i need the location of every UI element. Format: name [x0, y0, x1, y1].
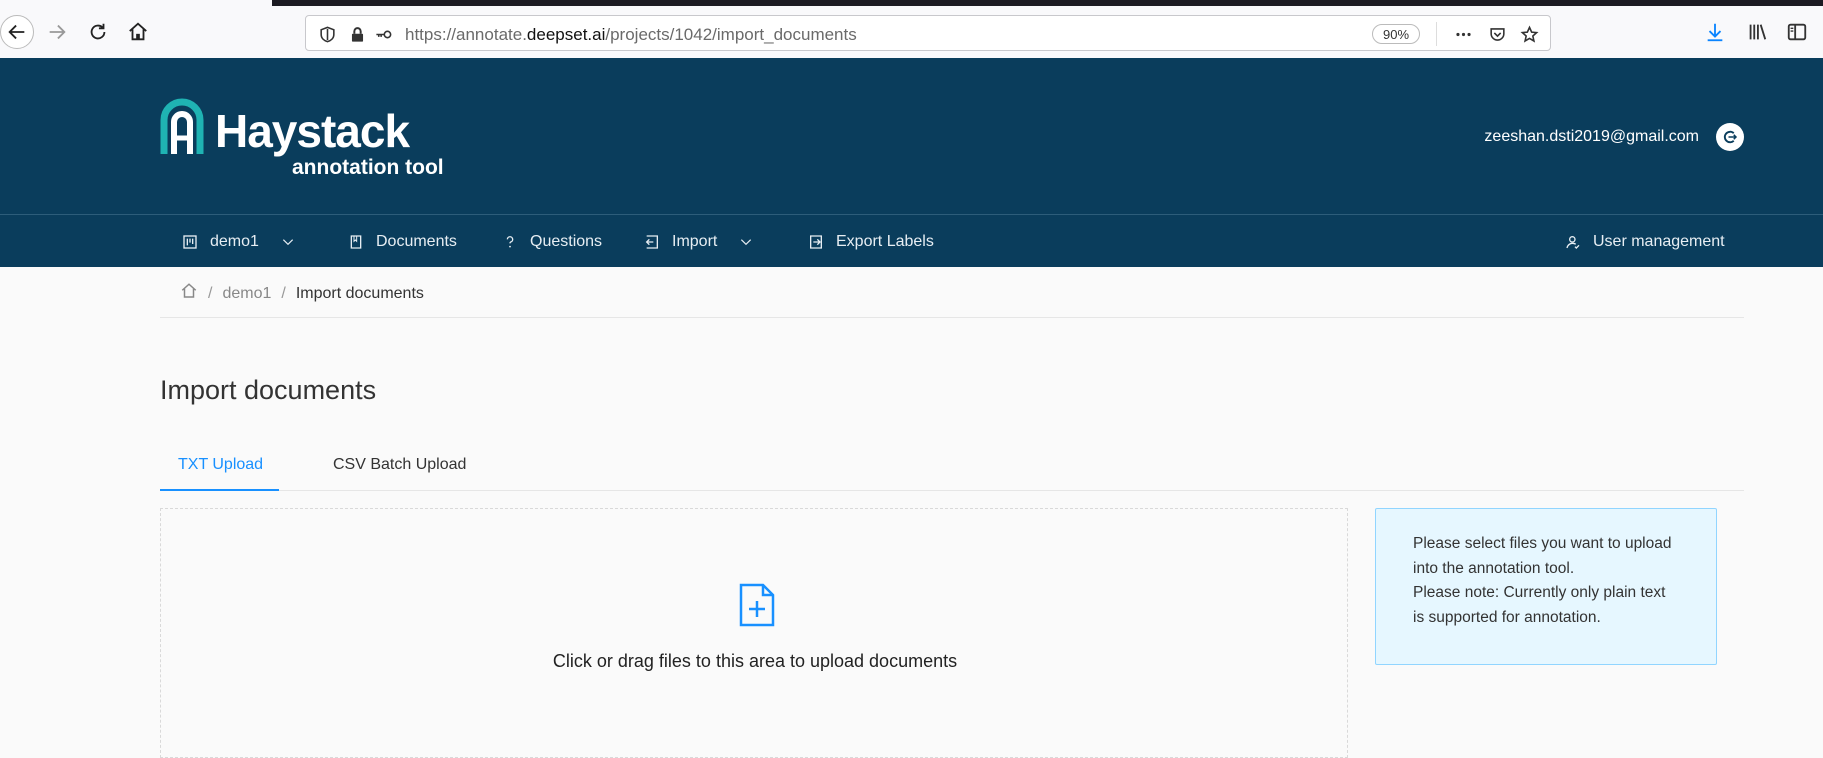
info-line: Please note: Currently only plain text: [1413, 584, 1666, 601]
nav-questions[interactable]: Questions: [502, 215, 602, 268]
chevron-down-icon: [282, 238, 294, 245]
tab-txt-upload[interactable]: TXT Upload: [178, 456, 263, 474]
logout-icon: [1723, 130, 1738, 144]
arrow-right-icon: [49, 24, 66, 40]
reload-button[interactable]: [80, 14, 116, 50]
info-line: into the annotation tool.: [1413, 560, 1575, 577]
shield-icon[interactable]: [316, 23, 338, 45]
nav-documents-label: Documents: [376, 232, 457, 250]
url-text[interactable]: https://annotate.deepset.ai/projects/104…: [405, 25, 857, 45]
logout-button[interactable]: [1716, 123, 1744, 151]
export-icon: [810, 234, 822, 249]
browser-toolbar: https://annotate.deepset.ai/projects/104…: [0, 0, 1823, 58]
nav-questions-label: Questions: [530, 232, 603, 250]
sidebar-icon[interactable]: [1783, 18, 1811, 46]
url-domain: deepset.ai: [526, 25, 606, 44]
home-icon: [129, 22, 147, 41]
upload-dropzone[interactable]: Click or drag files to this area to uplo…: [160, 508, 1348, 758]
nav-user-management[interactable]: User management: [1565, 215, 1725, 268]
arrow-left-icon: [8, 24, 25, 40]
zoom-badge[interactable]: 90%: [1372, 24, 1420, 44]
nav-user-management-label: User management: [1593, 232, 1725, 250]
breadcrumb-project[interactable]: demo1: [222, 285, 271, 303]
breadcrumb-home[interactable]: [180, 282, 198, 305]
dropzone-text: Click or drag files to this area to uplo…: [552, 651, 958, 671]
breadcrumb-separator: /: [208, 284, 213, 302]
home-button[interactable]: [120, 14, 156, 50]
forward-button[interactable]: [39, 14, 75, 50]
back-button[interactable]: [0, 15, 34, 49]
nav-documents[interactable]: Documents: [348, 215, 457, 268]
nav-project-label: demo1: [210, 232, 259, 250]
page-title: Import documents: [160, 375, 377, 405]
home-icon: [181, 283, 197, 298]
nav-export-labels[interactable]: Export Labels: [808, 215, 934, 268]
active-tab-indicator: [160, 489, 279, 491]
file-add-icon: [739, 583, 775, 627]
key-icon[interactable]: [372, 23, 394, 45]
title-strip: [272, 0, 1823, 6]
breadcrumb-separator: /: [281, 284, 286, 302]
url-prefix: https://annotate.: [405, 25, 527, 44]
nav-import-dropdown[interactable]: Import: [644, 215, 753, 268]
chevron-down-icon: [741, 238, 752, 245]
project-board-icon: [183, 234, 197, 249]
info-line: is supported for annotation.: [1413, 609, 1601, 626]
breadcrumb-current: Import documents: [295, 284, 424, 302]
reload-icon: [90, 23, 106, 40]
breadcrumb-divider: [160, 317, 1744, 318]
logo-subtitle: annotation tool: [292, 156, 444, 179]
info-alert: Please select files you want to upload i…: [1375, 508, 1717, 665]
pocket-icon[interactable]: [1486, 23, 1508, 45]
lock-icon[interactable]: [346, 23, 368, 45]
haystack-logo[interactable]: Haystack annotation tool: [160, 98, 460, 179]
nav-export-label: Export Labels: [836, 232, 934, 250]
book-icon: [350, 234, 362, 249]
tab-csv-batch-upload[interactable]: CSV Batch Upload: [333, 456, 466, 474]
nav-import-label: Import: [672, 232, 718, 250]
logo-title: Haystack: [215, 105, 410, 157]
main-nav: demo1 Documents Questions Import Export …: [0, 214, 1823, 267]
upload-tabs: TXT Upload CSV Batch Upload: [160, 450, 1744, 491]
user-email: zeeshan.dsti2019@gmail.com: [1484, 128, 1699, 145]
url-bar[interactable]: https://annotate.deepset.ai/projects/104…: [305, 15, 1551, 51]
url-path: /projects/1042/import_documents: [605, 25, 857, 44]
info-line: Please select files you want to upload: [1413, 535, 1672, 552]
nav-project-dropdown[interactable]: demo1: [182, 215, 295, 268]
app-header: Haystack annotation tool zeeshan.dsti201…: [0, 58, 1823, 214]
star-icon[interactable]: [1518, 23, 1540, 45]
haystack-logo-icon: [160, 98, 204, 154]
breadcrumb: / demo1 / Import documents: [180, 282, 424, 305]
import-icon: [645, 234, 658, 249]
more-icon[interactable]: [1452, 23, 1474, 45]
library-icon[interactable]: [1743, 18, 1771, 46]
download-icon[interactable]: [1701, 18, 1729, 46]
user-icon: [1566, 235, 1580, 249]
url-divider: [1436, 22, 1437, 46]
question-icon: [506, 235, 514, 248]
